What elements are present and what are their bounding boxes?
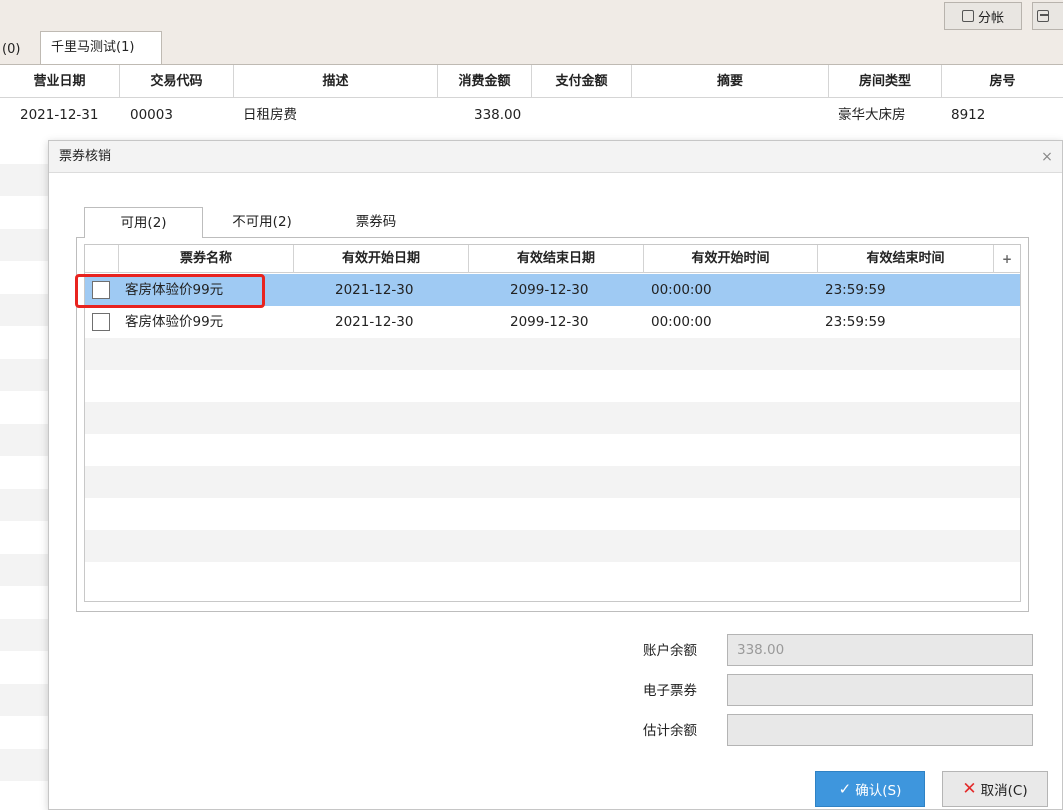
empty-row bbox=[85, 434, 1020, 466]
empty-row bbox=[85, 562, 1020, 594]
tab-coupon-code[interactable]: 票券码 bbox=[321, 207, 431, 237]
folio-room-no: 8912 bbox=[951, 107, 986, 123]
close-icon[interactable]: × bbox=[1037, 141, 1057, 173]
bg-row-stripe bbox=[0, 749, 48, 781]
coupon-start-date: 2021-12-30 bbox=[335, 314, 414, 330]
split-account-button[interactable]: 分帐 bbox=[944, 2, 1022, 30]
empty-row bbox=[85, 370, 1020, 402]
col-room-no[interactable]: 房号 bbox=[942, 65, 1063, 98]
col-coupon-name[interactable]: 票券名称 bbox=[119, 245, 294, 273]
bg-tab-account[interactable]: 千里马测试(1) bbox=[40, 31, 162, 65]
col-start-time[interactable]: 有效开始时间 bbox=[644, 245, 818, 273]
coupon-end-time: 23:59:59 bbox=[825, 282, 886, 298]
estimated-balance-field[interactable] bbox=[727, 714, 1033, 746]
col-consume-amount[interactable]: 消费金额 bbox=[438, 65, 532, 98]
col-description[interactable]: 描述 bbox=[234, 65, 438, 98]
dialog-title: 票券核销 bbox=[59, 149, 112, 164]
folio-room-type: 豪华大床房 bbox=[838, 107, 906, 123]
close-x-icon: ✕ bbox=[962, 779, 977, 799]
bg-row-stripe bbox=[0, 489, 48, 521]
ecoupon-field[interactable] bbox=[727, 674, 1033, 706]
folio-amount: 338.00 bbox=[474, 107, 522, 123]
split-icon bbox=[961, 10, 974, 22]
coupon-grid-header: 票券名称 有效开始日期 有效结束日期 有效开始时间 有效结束时间 + bbox=[85, 245, 1020, 273]
folio-date: 2021-12-31 bbox=[20, 107, 99, 123]
ecoupon-label: 电子票券 bbox=[643, 683, 697, 699]
coupon-start-time: 00:00:00 bbox=[651, 282, 712, 298]
confirm-button[interactable]: ✓ 确认(S) bbox=[815, 771, 925, 807]
bg-row-stripe bbox=[0, 619, 48, 651]
exit-icon bbox=[1037, 10, 1049, 22]
col-end-date[interactable]: 有效结束日期 bbox=[469, 245, 644, 273]
bg-row-stripe bbox=[0, 684, 48, 716]
bg-row-stripe bbox=[0, 359, 48, 391]
bg-row-stripe bbox=[0, 554, 48, 586]
coupon-writeoff-dialog: 票券核销 × 可用(2) 不可用(2) 票券码 票券名称 有效开始日期 有效结束… bbox=[48, 140, 1063, 810]
empty-row bbox=[85, 498, 1020, 530]
account-balance-label: 账户余额 bbox=[643, 643, 697, 659]
col-select[interactable] bbox=[85, 245, 119, 273]
folio-desc: 日租房费 bbox=[243, 107, 297, 123]
empty-row bbox=[85, 402, 1020, 434]
bg-row-stripe bbox=[0, 294, 48, 326]
exit-button[interactable] bbox=[1032, 2, 1063, 30]
account-balance-field[interactable]: 338.00 bbox=[727, 634, 1033, 666]
coupon-end-date: 2099-12-30 bbox=[510, 314, 589, 330]
cancel-button[interactable]: ✕ 取消(C) bbox=[942, 771, 1048, 807]
coupon-start-date: 2021-12-30 bbox=[335, 282, 414, 298]
col-end-time[interactable]: 有效结束时间 bbox=[818, 245, 994, 273]
add-column-icon[interactable]: + bbox=[994, 245, 1020, 273]
highlight-box bbox=[75, 274, 265, 308]
coupon-end-date: 2099-12-30 bbox=[510, 282, 589, 298]
dialog-titlebar[interactable]: 票券核销 × bbox=[49, 141, 1062, 173]
col-summary[interactable]: 摘要 bbox=[632, 65, 829, 98]
coupon-row[interactable]: 客房体验价99元 2021-12-30 2099-12-30 00:00:00 … bbox=[85, 306, 1020, 338]
empty-row bbox=[85, 530, 1020, 562]
row-checkbox[interactable] bbox=[92, 313, 110, 331]
bg-tab-prev[interactable]: (0) bbox=[0, 36, 32, 64]
bg-row-stripe bbox=[0, 424, 48, 456]
empty-row bbox=[85, 338, 1020, 370]
folio-row[interactable]: 2021-12-31 00003 日租房费 338.00 豪华大床房 8912 bbox=[0, 99, 1063, 132]
col-room-type[interactable]: 房间类型 bbox=[829, 65, 942, 98]
bg-row-stripe bbox=[0, 229, 48, 261]
coupon-start-time: 00:00:00 bbox=[651, 314, 712, 330]
coupon-name: 客房体验价99元 bbox=[125, 314, 224, 330]
coupon-end-time: 23:59:59 bbox=[825, 314, 886, 330]
bg-row-stripe bbox=[0, 164, 48, 196]
folio-code: 00003 bbox=[130, 107, 173, 123]
col-transaction-code[interactable]: 交易代码 bbox=[120, 65, 234, 98]
empty-row bbox=[85, 466, 1020, 498]
confirm-label: 确认(S) bbox=[855, 783, 902, 799]
tab-available[interactable]: 可用(2) bbox=[84, 207, 203, 238]
col-payment-amount[interactable]: 支付金额 bbox=[532, 65, 632, 98]
folio-table-header: 营业日期 交易代码 描述 消费金额 支付金额 摘要 房间类型 房号 bbox=[0, 65, 1063, 98]
check-icon: ✓ bbox=[838, 780, 852, 798]
col-business-date[interactable]: 营业日期 bbox=[0, 65, 120, 98]
split-account-label: 分帐 bbox=[977, 10, 1004, 26]
tab-unavailable[interactable]: 不可用(2) bbox=[205, 207, 319, 237]
cancel-label: 取消(C) bbox=[980, 783, 1028, 799]
estimated-balance-label: 估计余额 bbox=[643, 723, 697, 739]
col-start-date[interactable]: 有效开始日期 bbox=[294, 245, 469, 273]
